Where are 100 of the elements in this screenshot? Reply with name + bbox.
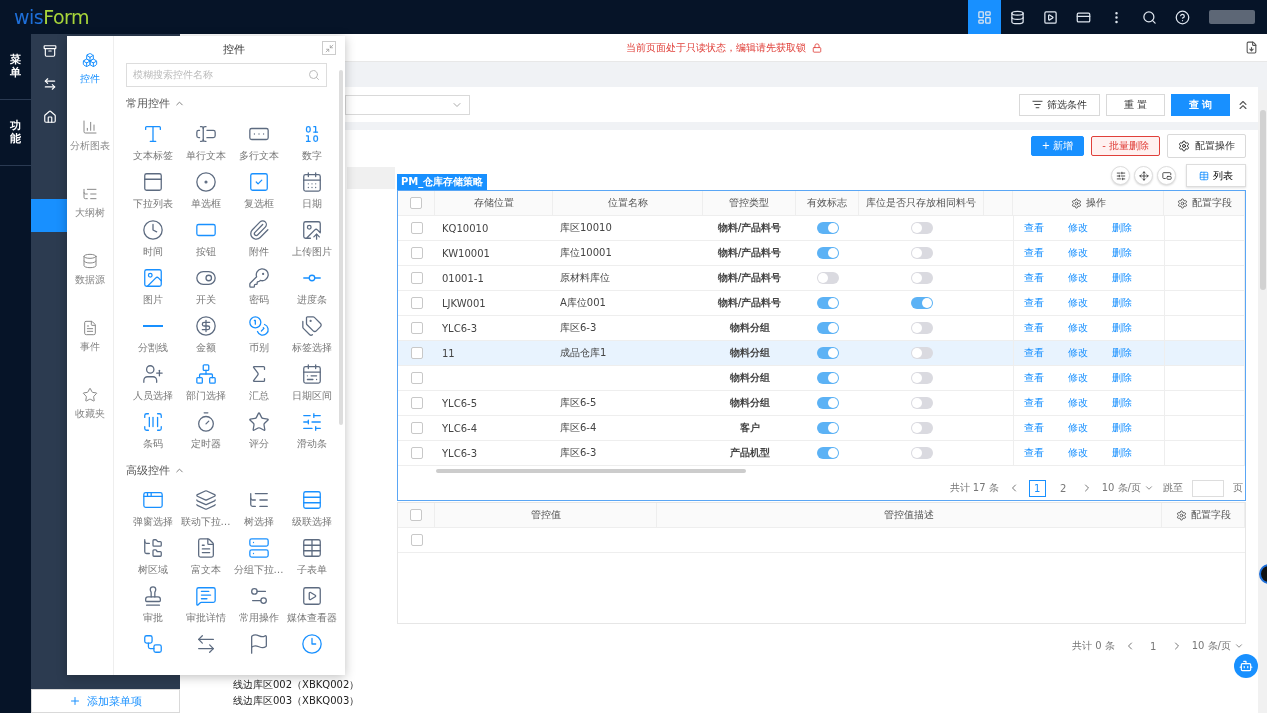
toggle-switch[interactable]: [816, 222, 839, 234]
scrollbar-thumb[interactable]: [1259, 110, 1266, 290]
action-link[interactable]: 删除: [1112, 396, 1132, 410]
scrollbar-thumb[interactable]: [436, 469, 746, 473]
add-menu-item-button[interactable]: 添加菜单项: [31, 689, 180, 713]
action-link[interactable]: 删除: [1112, 321, 1132, 335]
component-tile[interactable]: 审批: [126, 579, 179, 627]
action-link[interactable]: 修改: [1068, 321, 1088, 335]
checkbox[interactable]: [410, 422, 423, 434]
filter-conditions-button[interactable]: 筛选条件: [1019, 93, 1100, 116]
component-tile[interactable]: 标签选择: [285, 309, 338, 357]
layout-icon[interactable]: [977, 9, 992, 25]
toggle-switch[interactable]: [816, 297, 839, 309]
toggle-switch[interactable]: [816, 247, 839, 259]
checkbox[interactable]: [410, 534, 423, 546]
component-tile[interactable]: 部门选择: [179, 357, 232, 405]
action-link[interactable]: 删除: [1112, 421, 1132, 435]
config-fields-button[interactable]: 配置字段: [1162, 503, 1245, 527]
list-view-button[interactable]: 列表: [1186, 164, 1246, 187]
component-tile[interactable]: 附件: [232, 213, 285, 261]
action-link[interactable]: 修改: [1068, 271, 1088, 285]
help-icon[interactable]: [1175, 9, 1190, 25]
action-link[interactable]: 查看: [1024, 246, 1044, 260]
palette-tab[interactable]: 控件: [67, 52, 113, 97]
toggle-switch[interactable]: [910, 222, 933, 234]
component-tile[interactable]: 评分: [232, 405, 285, 453]
component-tile[interactable]: 文本标签: [126, 117, 179, 165]
action-link[interactable]: 修改: [1068, 296, 1088, 310]
search-icon[interactable]: [1142, 9, 1157, 25]
add-button[interactable]: + 新增: [1030, 136, 1085, 156]
component-tile[interactable]: 日期区间: [285, 357, 338, 405]
checkbox[interactable]: [410, 222, 423, 234]
component-tile[interactable]: 富文本: [179, 531, 232, 579]
component-tile[interactable]: 下拉列表: [126, 165, 179, 213]
action-link[interactable]: 修改: [1068, 446, 1088, 460]
page-number[interactable]: 1: [1028, 479, 1046, 497]
config-fields-button[interactable]: 配置字段: [1164, 191, 1245, 215]
component-tile[interactable]: 汇总: [232, 357, 285, 405]
table-row[interactable]: LJKW001 A库位001 物料/产品料号 查看 修改 删除: [398, 291, 1245, 316]
page-input[interactable]: [1192, 479, 1224, 497]
component-tile[interactable]: 定时器: [179, 405, 232, 453]
component-tile[interactable]: 人员选择: [126, 357, 179, 405]
action-link[interactable]: 删除: [1112, 371, 1132, 385]
component-tile[interactable]: 滑动条: [285, 405, 338, 453]
component-tile[interactable]: 币别: [232, 309, 285, 357]
action-link[interactable]: 查看: [1024, 446, 1044, 460]
component-tile[interactable]: 常用操作: [232, 579, 285, 627]
table-row[interactable]: 物料分组 查看 修改 删除: [398, 366, 1245, 391]
action-link[interactable]: 查看: [1024, 396, 1044, 410]
page-size-select[interactable]: 10 条/页: [1191, 639, 1244, 653]
table-row[interactable]: YLC6-4 库区6-4 客户 查看 修改 删除: [398, 416, 1245, 441]
component-tile[interactable]: 弹窗选择: [126, 483, 179, 531]
action-link[interactable]: 修改: [1068, 421, 1088, 435]
component-tile[interactable]: 分组下拉…: [232, 531, 285, 579]
checkbox[interactable]: [410, 372, 423, 384]
checkbox[interactable]: [410, 509, 422, 521]
query-button[interactable]: 查 询: [1171, 93, 1230, 116]
database-icon[interactable]: [1010, 9, 1025, 25]
palette-tab[interactable]: 数据源: [67, 253, 113, 298]
component-tile[interactable]: 树选择: [232, 483, 285, 531]
action-link[interactable]: 查看: [1024, 346, 1044, 360]
action-link[interactable]: 删除: [1112, 221, 1132, 235]
palette-tab[interactable]: 事件: [67, 320, 113, 365]
component-tile[interactable]: 条码: [126, 405, 179, 453]
table-row[interactable]: YLC6-3 库区6-3 产品机型 查看 修改 删除: [398, 441, 1245, 466]
action-link[interactable]: 查看: [1024, 221, 1044, 235]
table-row[interactable]: YLC6-3 库区6-3 物料分组 查看 修改 删除: [398, 316, 1245, 341]
component-tile[interactable]: 日期: [285, 165, 338, 213]
table-row[interactable]: YLC6-5 库区6-5 物料分组 查看 修改 删除: [398, 391, 1245, 416]
component-tile[interactable]: 联动下拉…: [179, 483, 232, 531]
toggle-switch[interactable]: [910, 297, 933, 309]
page-number[interactable]: 2: [1054, 479, 1072, 497]
component-tile[interactable]: 树区域: [126, 531, 179, 579]
reset-button[interactable]: 重 置: [1106, 93, 1165, 116]
component-tile[interactable]: 复选框: [232, 165, 285, 213]
component-tile[interactable]: 密码: [232, 261, 285, 309]
toggle-switch[interactable]: [910, 272, 933, 284]
checkbox[interactable]: [410, 247, 423, 259]
component-tile[interactable]: 多行文本: [232, 117, 285, 165]
component-tile[interactable]: 子表单: [285, 531, 338, 579]
action-link[interactable]: 删除: [1112, 346, 1132, 360]
component-tile[interactable]: 分割线: [126, 309, 179, 357]
component-tile[interactable]: 级联选择: [285, 483, 338, 531]
checkbox[interactable]: [410, 397, 423, 409]
component-tile[interactable]: 时间: [126, 213, 179, 261]
toggle-switch[interactable]: [910, 322, 933, 334]
minimize-button[interactable]: [322, 41, 336, 55]
config-actions-button[interactable]: 配置操作: [1167, 134, 1246, 158]
toggle-switch[interactable]: [816, 347, 839, 359]
component-tile[interactable]: 媒体查看器: [285, 579, 338, 627]
action-link[interactable]: 查看: [1024, 371, 1044, 385]
toggle-switch[interactable]: [816, 372, 839, 384]
checkbox[interactable]: [410, 347, 423, 359]
action-link[interactable]: 修改: [1068, 396, 1088, 410]
filter-select[interactable]: [345, 94, 470, 115]
action-link[interactable]: 查看: [1024, 271, 1044, 285]
play-icon[interactable]: [1043, 9, 1058, 25]
page-number[interactable]: 1: [1144, 637, 1162, 655]
component-tile[interactable]: 开关: [179, 261, 232, 309]
card-icon[interactable]: [1076, 9, 1091, 25]
